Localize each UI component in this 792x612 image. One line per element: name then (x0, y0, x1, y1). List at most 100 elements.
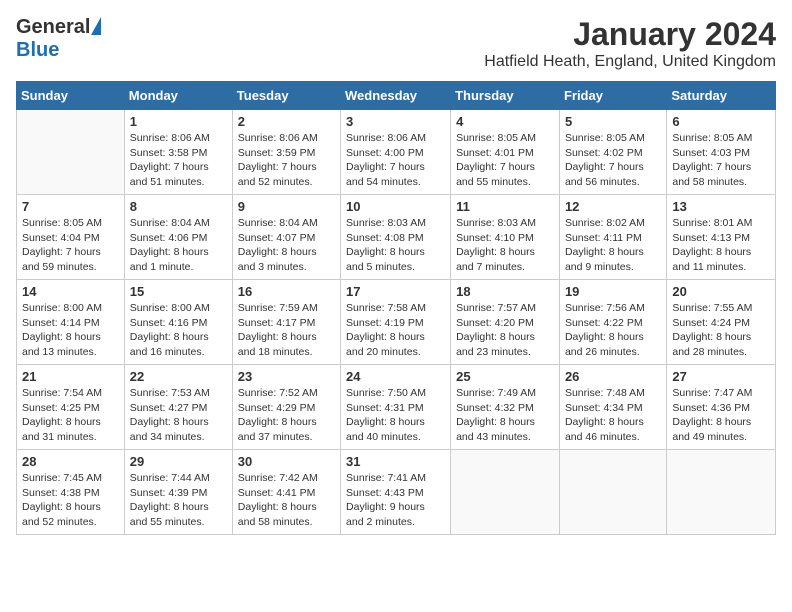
calendar-cell: 19 Sunrise: 7:56 AMSunset: 4:22 PMDayligh… (559, 280, 666, 365)
calendar-cell: 27Sunrise: 7:47 AMSunset: 4:36 PMDayligh… (667, 365, 776, 450)
header-sunday: Sunday (17, 82, 125, 110)
day-info: Sunrise: 7:54 AMSunset: 4:25 PMDaylight:… (22, 386, 119, 445)
calendar-header-row: SundayMondayTuesdayWednesdayThursdayFrid… (17, 82, 776, 110)
day-info: Sunrise: 8:02 AMSunset: 4:11 PMDaylight:… (565, 216, 661, 275)
calendar-cell: 18 Sunrise: 7:57 AMSunset: 4:20 PMDayligh… (451, 280, 560, 365)
title-section: January 2024 Hatfield Heath, England, Un… (484, 16, 776, 71)
logo: General Blue (16, 16, 101, 62)
header-wednesday: Wednesday (341, 82, 451, 110)
week-row-0: 1 Sunrise: 8:06 AMSunset: 3:58 PMDaylight… (17, 110, 776, 195)
calendar-cell: 25 Sunrise: 7:49 AMSunset: 4:32 PMDayligh… (451, 365, 560, 450)
calendar-cell: 31 Sunrise: 7:41 AMSunset: 4:43 PMDayligh… (341, 450, 451, 535)
calendar-cell: 29 Sunrise: 7:44 AMSunset: 4:39 PMDayligh… (124, 450, 232, 535)
day-info: Sunrise: 8:06 AMSunset: 3:58 PMDaylight:… (130, 131, 227, 190)
week-row-2: 14 Sunrise: 8:00 AMSunset: 4:14 PMDayligh… (17, 280, 776, 365)
day-number: 23 (238, 369, 335, 384)
calendar-cell: 2Sunrise: 8:06 AMSunset: 3:59 PMDaylight… (232, 110, 340, 195)
calendar-cell: 13 Sunrise: 8:01 AMSunset: 4:13 PMDayligh… (667, 195, 776, 280)
day-number: 30 (238, 454, 335, 469)
day-number: 7 (22, 199, 119, 214)
day-info: Sunrise: 8:06 AMSunset: 4:00 PMDaylight:… (346, 131, 445, 190)
day-info: Sunrise: 7:59 AMSunset: 4:17 PMDaylight:… (238, 301, 335, 360)
day-number: 2 (238, 114, 335, 129)
day-number: 9 (238, 199, 335, 214)
logo-triangle-icon (91, 17, 101, 35)
logo-blue-text: Blue (16, 39, 59, 62)
week-row-4: 28 Sunrise: 7:45 AMSunset: 4:38 PMDayligh… (17, 450, 776, 535)
day-info: Sunrise: 7:44 AMSunset: 4:39 PMDaylight:… (130, 471, 227, 530)
day-number: 29 (130, 454, 227, 469)
day-number: 1 (130, 114, 227, 129)
day-info: Sunrise: 8:03 AMSunset: 4:10 PMDaylight:… (456, 216, 554, 275)
calendar-cell (17, 110, 125, 195)
day-info: Sunrise: 8:05 AMSunset: 4:01 PMDaylight:… (456, 131, 554, 190)
day-info: Sunrise: 8:00 AMSunset: 4:14 PMDaylight:… (22, 301, 119, 360)
day-info: Sunrise: 8:05 AMSunset: 4:03 PMDaylight:… (672, 131, 770, 190)
calendar-cell: 17Sunrise: 7:58 AMSunset: 4:19 PMDayligh… (341, 280, 451, 365)
day-number: 8 (130, 199, 227, 214)
header-friday: Friday (559, 82, 666, 110)
calendar-cell: 30Sunrise: 7:42 AMSunset: 4:41 PMDayligh… (232, 450, 340, 535)
day-info: Sunrise: 7:57 AMSunset: 4:20 PMDaylight:… (456, 301, 554, 360)
header-tuesday: Tuesday (232, 82, 340, 110)
day-number: 12 (565, 199, 661, 214)
calendar-cell: 10Sunrise: 8:03 AMSunset: 4:08 PMDayligh… (341, 195, 451, 280)
calendar-cell: 15 Sunrise: 8:00 AMSunset: 4:16 PMDayligh… (124, 280, 232, 365)
calendar-cell: 5 Sunrise: 8:05 AMSunset: 4:02 PMDaylight… (559, 110, 666, 195)
day-info: Sunrise: 7:50 AMSunset: 4:31 PMDaylight:… (346, 386, 445, 445)
calendar-cell (559, 450, 666, 535)
day-info: Sunrise: 7:53 AMSunset: 4:27 PMDaylight:… (130, 386, 227, 445)
day-number: 3 (346, 114, 445, 129)
day-number: 14 (22, 284, 119, 299)
calendar-cell: 7 Sunrise: 8:05 AMSunset: 4:04 PMDaylight… (17, 195, 125, 280)
day-number: 27 (672, 369, 770, 384)
day-info: Sunrise: 7:49 AMSunset: 4:32 PMDaylight:… (456, 386, 554, 445)
calendar-cell: 4Sunrise: 8:05 AMSunset: 4:01 PMDaylight… (451, 110, 560, 195)
day-number: 15 (130, 284, 227, 299)
calendar-cell (451, 450, 560, 535)
header-thursday: Thursday (451, 82, 560, 110)
calendar-cell: 23 Sunrise: 7:52 AMSunset: 4:29 PMDayligh… (232, 365, 340, 450)
day-number: 31 (346, 454, 445, 469)
page-header: General Blue January 2024 Hatfield Heath… (16, 16, 776, 71)
calendar-cell: 26Sunrise: 7:48 AMSunset: 4:34 PMDayligh… (559, 365, 666, 450)
calendar-cell: 20 Sunrise: 7:55 AMSunset: 4:24 PMDayligh… (667, 280, 776, 365)
calendar-cell (667, 450, 776, 535)
calendar-cell: 1 Sunrise: 8:06 AMSunset: 3:58 PMDaylight… (124, 110, 232, 195)
calendar-cell: 8Sunrise: 8:04 AMSunset: 4:06 PMDaylight… (124, 195, 232, 280)
calendar-cell: 11 Sunrise: 8:03 AMSunset: 4:10 PMDayligh… (451, 195, 560, 280)
day-info: Sunrise: 7:48 AMSunset: 4:34 PMDaylight:… (565, 386, 661, 445)
day-number: 28 (22, 454, 119, 469)
location-subtitle: Hatfield Heath, England, United Kingdom (484, 53, 776, 71)
day-number: 10 (346, 199, 445, 214)
calendar-cell: 14 Sunrise: 8:00 AMSunset: 4:14 PMDayligh… (17, 280, 125, 365)
day-number: 24 (346, 369, 445, 384)
day-number: 25 (456, 369, 554, 384)
header-monday: Monday (124, 82, 232, 110)
day-info: Sunrise: 7:56 AMSunset: 4:22 PMDaylight:… (565, 301, 661, 360)
day-info: Sunrise: 8:05 AMSunset: 4:02 PMDaylight:… (565, 131, 661, 190)
day-info: Sunrise: 7:52 AMSunset: 4:29 PMDaylight:… (238, 386, 335, 445)
day-info: Sunrise: 7:41 AMSunset: 4:43 PMDaylight:… (346, 471, 445, 530)
day-number: 6 (672, 114, 770, 129)
day-info: Sunrise: 8:01 AMSunset: 4:13 PMDaylight:… (672, 216, 770, 275)
calendar-cell: 6 Sunrise: 8:05 AMSunset: 4:03 PMDaylight… (667, 110, 776, 195)
day-number: 5 (565, 114, 661, 129)
day-number: 19 (565, 284, 661, 299)
day-info: Sunrise: 8:04 AMSunset: 4:07 PMDaylight:… (238, 216, 335, 275)
month-title: January 2024 (484, 16, 776, 53)
day-info: Sunrise: 8:05 AMSunset: 4:04 PMDaylight:… (22, 216, 119, 275)
header-saturday: Saturday (667, 82, 776, 110)
day-info: Sunrise: 7:55 AMSunset: 4:24 PMDaylight:… (672, 301, 770, 360)
day-info: Sunrise: 7:45 AMSunset: 4:38 PMDaylight:… (22, 471, 119, 530)
calendar-cell: 28 Sunrise: 7:45 AMSunset: 4:38 PMDayligh… (17, 450, 125, 535)
day-number: 21 (22, 369, 119, 384)
calendar-cell: 21 Sunrise: 7:54 AMSunset: 4:25 PMDayligh… (17, 365, 125, 450)
day-number: 16 (238, 284, 335, 299)
day-number: 11 (456, 199, 554, 214)
day-info: Sunrise: 8:00 AMSunset: 4:16 PMDaylight:… (130, 301, 227, 360)
day-number: 20 (672, 284, 770, 299)
day-number: 13 (672, 199, 770, 214)
day-number: 18 (456, 284, 554, 299)
day-info: Sunrise: 7:58 AMSunset: 4:19 PMDaylight:… (346, 301, 445, 360)
